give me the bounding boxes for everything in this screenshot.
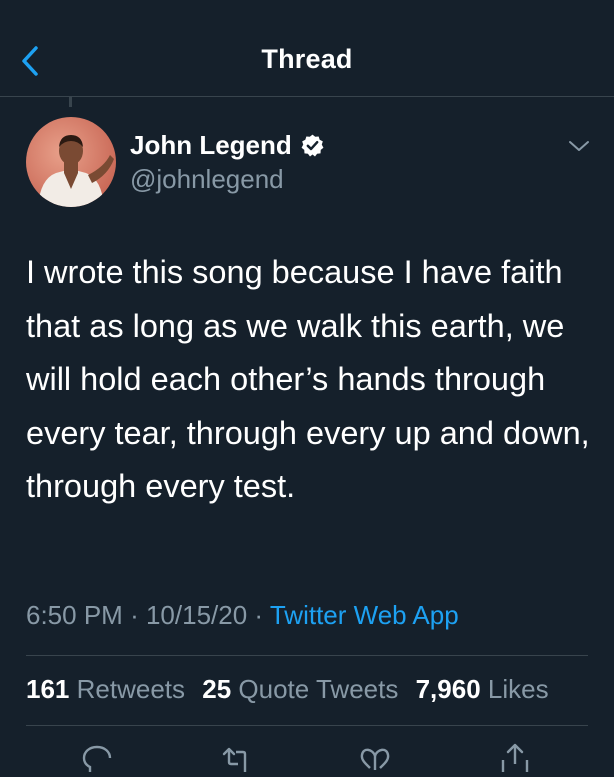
tweet-source-link[interactable]: Twitter Web App	[270, 600, 459, 630]
retweets-label: Retweets	[76, 674, 186, 704]
tweet-time: 6:50 PM	[26, 600, 123, 630]
user-handle[interactable]: @johnlegend	[130, 164, 284, 195]
meta-separator: ·	[254, 600, 264, 630]
quote-tweets-label: Quote Tweets	[238, 674, 399, 704]
avatar[interactable]	[26, 117, 116, 207]
meta-separator: ·	[130, 600, 139, 630]
tweet-stats: 161 Retweets 25 Quote Tweets 7,960 Likes	[26, 674, 559, 705]
top-navigation-bar: Thread	[0, 0, 614, 97]
likes-label: Likes	[487, 674, 549, 704]
more-options-button[interactable]	[566, 136, 592, 156]
display-name-text: John Legend	[130, 130, 292, 160]
tweet-date: 10/15/20	[145, 600, 248, 630]
verified-badge-icon	[301, 134, 324, 157]
tweet-text: I wrote this song because I have faith t…	[26, 254, 590, 504]
divider	[26, 725, 588, 726]
retweets-count: 161	[26, 674, 70, 704]
chevron-down-icon	[569, 141, 589, 151]
avatar-image	[26, 117, 116, 207]
page-title: Thread	[261, 44, 353, 74]
divider	[26, 655, 588, 656]
retweets-stat[interactable]: 161 Retweets	[26, 674, 185, 704]
display-name[interactable]: John Legend	[130, 130, 325, 161]
likes-count: 7,960	[415, 674, 481, 704]
tweet-metadata: 6:50 PM · 10/15/20 · Twitter Web App	[26, 600, 459, 631]
quote-tweets-stat[interactable]: 25 Quote Tweets	[202, 674, 398, 704]
quote-tweets-count: 25	[202, 674, 232, 704]
likes-stat[interactable]: 7,960 Likes	[416, 674, 549, 704]
thread-connector-line	[69, 97, 72, 107]
